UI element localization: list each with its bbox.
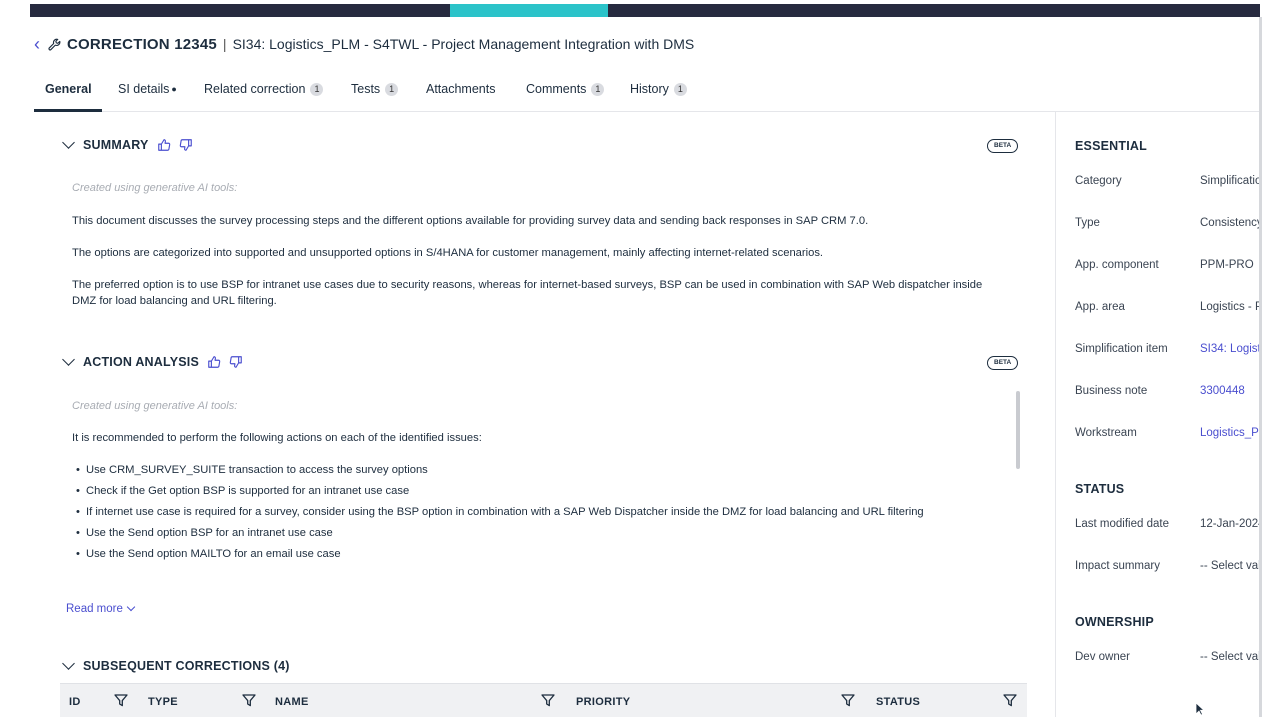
tab-tests[interactable]: Tests 1 bbox=[351, 82, 399, 96]
tab-history[interactable]: History 1 bbox=[630, 82, 687, 96]
column-header-id[interactable]: ID bbox=[69, 696, 81, 708]
tab-label: Related correction bbox=[204, 82, 306, 96]
field-label-impact-summary: Impact summary bbox=[1075, 560, 1160, 572]
field-label-type: Type bbox=[1075, 217, 1100, 229]
summary-paragraph: The options are categorized into support… bbox=[72, 247, 824, 259]
field-label-workstream: Workstream bbox=[1075, 427, 1137, 439]
tab-si-details[interactable]: SI details ● bbox=[118, 82, 177, 96]
list-item: Use the Send option BSP for an intranet … bbox=[76, 525, 996, 541]
chevron-down-icon[interactable] bbox=[62, 657, 75, 670]
summary-title: SUMMARY bbox=[83, 138, 149, 152]
tab-related-correction[interactable]: Related correction 1 bbox=[204, 82, 324, 96]
chevron-down-icon[interactable] bbox=[62, 136, 75, 149]
field-label-simplification-item: Simplification item bbox=[1075, 343, 1168, 355]
field-value-app-area: Logistics - PLM bbox=[1200, 301, 1259, 313]
chevron-down-icon bbox=[126, 602, 136, 612]
tab-label: Attachments bbox=[426, 82, 496, 96]
beta-badge: BETA bbox=[987, 356, 1019, 370]
field-label-app-component: App. component bbox=[1075, 259, 1159, 271]
record-id: CORRECTION 12345 bbox=[67, 35, 217, 53]
filter-icon[interactable] bbox=[1003, 694, 1017, 712]
business-note-link[interactable]: 3300448 bbox=[1200, 385, 1259, 397]
page-title: SI34: Logistics_PLM - S4TWL - Project Ma… bbox=[232, 36, 695, 52]
tab-label: General bbox=[45, 82, 92, 96]
subsequent-corrections-title: SUBSEQUENT CORRECTIONS (4) bbox=[83, 659, 290, 673]
action-list: Use CRM_SURVEY_SUITE transaction to acce… bbox=[76, 462, 996, 567]
tab-attachments[interactable]: Attachments bbox=[426, 82, 495, 96]
tab-label: SI details bbox=[118, 82, 170, 96]
read-more-label: Read more bbox=[66, 603, 123, 615]
count-badge: 1 bbox=[673, 82, 687, 96]
thumbs-down-icon[interactable] bbox=[179, 138, 193, 152]
field-label-last-modified: Last modified date bbox=[1075, 518, 1169, 530]
field-label-dev-owner: Dev owner bbox=[1075, 651, 1130, 663]
field-label-business-note: Business note bbox=[1075, 385, 1148, 397]
count-badge: 1 bbox=[310, 82, 324, 96]
column-header-name[interactable]: NAME bbox=[275, 696, 309, 708]
ai-generated-note: Created using generative AI tools: bbox=[72, 400, 238, 412]
count-badge: 1 bbox=[591, 82, 605, 96]
tab-general[interactable]: General bbox=[45, 82, 92, 96]
field-value-category: Simplification bbox=[1200, 175, 1259, 187]
beta-badge: BETA bbox=[987, 139, 1019, 153]
action-analysis-header[interactable]: ACTION ANALYSIS bbox=[62, 353, 243, 369]
ai-generated-note: Created using generative AI tools: bbox=[72, 182, 238, 194]
status-section-title: STATUS bbox=[1075, 482, 1125, 496]
scrollbar-thumb[interactable] bbox=[1016, 391, 1020, 469]
tab-bar: General SI details ● Related correction 1 … bbox=[34, 74, 1259, 112]
top-bar-highlight bbox=[450, 4, 608, 17]
thumbs-up-icon[interactable] bbox=[207, 355, 221, 369]
table-header: ID TYPE NAME PRIORITY STATUS bbox=[60, 683, 1027, 717]
field-value-type: Consistency bbox=[1200, 217, 1259, 229]
chevron-down-icon[interactable] bbox=[62, 353, 75, 366]
summary-header[interactable]: SUMMARY bbox=[62, 136, 193, 152]
ownership-section-title: OWNERSHIP bbox=[1075, 615, 1154, 629]
active-tab-indicator bbox=[34, 109, 102, 112]
panel-divider bbox=[1055, 112, 1056, 717]
workstream-link[interactable]: Logistics_PLM bbox=[1200, 427, 1259, 439]
filter-icon[interactable] bbox=[541, 694, 555, 712]
read-more-link[interactable]: Read more bbox=[66, 602, 136, 615]
chevron-left-icon[interactable]: ‹ bbox=[34, 35, 40, 53]
header-separator: | bbox=[222, 36, 227, 52]
column-header-type[interactable]: TYPE bbox=[148, 696, 178, 708]
impact-summary-select[interactable]: -- Select value -- bbox=[1200, 560, 1259, 572]
field-value-app-component: PPM-PRO bbox=[1200, 259, 1254, 271]
filter-icon[interactable] bbox=[841, 694, 855, 712]
tab-label: Tests bbox=[351, 82, 381, 96]
tab-comments[interactable]: Comments 1 bbox=[526, 82, 605, 96]
list-item: Check if the Get option BSP is supported… bbox=[76, 483, 996, 499]
wrench-icon bbox=[48, 38, 61, 51]
mouse-pointer-icon bbox=[1195, 702, 1206, 720]
filter-icon[interactable] bbox=[242, 694, 256, 712]
field-label-app-area: App. area bbox=[1075, 301, 1125, 313]
changed-indicator: ● bbox=[171, 84, 177, 94]
thumbs-up-icon[interactable] bbox=[157, 138, 171, 152]
thumbs-down-icon[interactable] bbox=[229, 355, 243, 369]
list-item: Use CRM_SURVEY_SUITE transaction to acce… bbox=[76, 462, 996, 478]
essential-section-title: ESSENTIAL bbox=[1075, 139, 1147, 153]
action-analysis-title: ACTION ANALYSIS bbox=[83, 355, 199, 369]
app-top-bar bbox=[30, 4, 1260, 17]
summary-paragraph: The preferred option is to use BSP for i… bbox=[72, 279, 983, 307]
summary-paragraph: This document discusses the survey proce… bbox=[72, 215, 869, 227]
window-right-edge bbox=[1259, 17, 1262, 717]
page-header: ‹ CORRECTION 12345 | SI34: Logistics_PLM… bbox=[34, 32, 694, 56]
count-badge: 1 bbox=[385, 82, 399, 96]
simplification-item-link[interactable]: SI34: Logistics_PLM bbox=[1200, 343, 1259, 355]
list-item: If internet use case is required for a s… bbox=[76, 504, 996, 520]
action-intro: It is recommended to perform the followi… bbox=[72, 432, 482, 444]
column-header-status[interactable]: STATUS bbox=[876, 696, 920, 708]
tab-label: History bbox=[630, 82, 669, 96]
field-value-last-modified: 12-Jan-2024 bbox=[1200, 518, 1259, 530]
subsequent-corrections-header[interactable]: SUBSEQUENT CORRECTIONS (4) bbox=[62, 657, 290, 673]
field-label-category: Category bbox=[1075, 175, 1122, 187]
filter-icon[interactable] bbox=[114, 694, 128, 712]
dev-owner-select[interactable]: -- Select value -- bbox=[1200, 651, 1259, 663]
tab-label: Comments bbox=[526, 82, 587, 96]
list-item: Use the Send option MAILTO for an email … bbox=[76, 546, 996, 562]
column-header-priority[interactable]: PRIORITY bbox=[576, 696, 630, 708]
